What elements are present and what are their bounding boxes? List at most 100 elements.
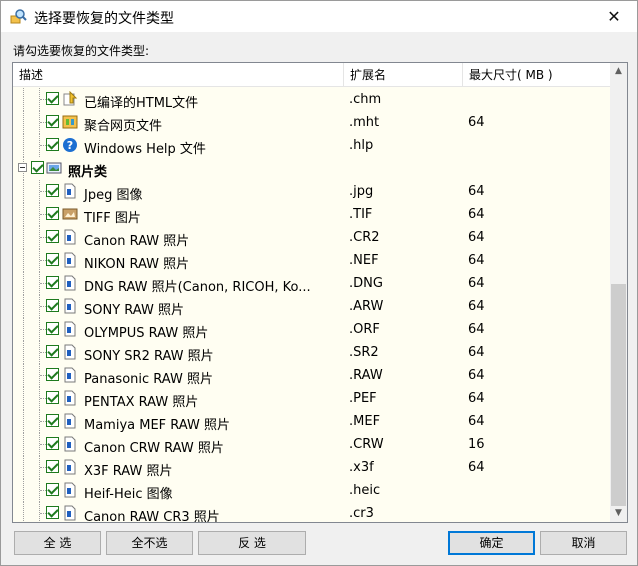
image-file-icon (62, 321, 78, 337)
image-file-icon (62, 275, 78, 291)
row-checkbox[interactable] (46, 460, 59, 473)
column-header-desc[interactable]: 描述 (13, 63, 343, 87)
row-max-size: 64 (468, 253, 485, 268)
select-all-button[interactable]: 全 选 (14, 531, 101, 555)
row-max-size: 64 (468, 184, 485, 199)
row-extension: .heic (349, 483, 381, 498)
row-extension: .hlp (349, 138, 374, 153)
tree-connector (23, 226, 24, 249)
tree-connector (23, 456, 24, 479)
image-file-icon (62, 183, 78, 199)
file-type-tree-list[interactable]: 描述 扩展名 最大尺寸( MB ) 已编译的HTML文件 .chm 聚合网页文件 .m… (12, 62, 628, 523)
table-row[interactable]: SONY SR2 RAW 照片 .SR2 64 (13, 341, 610, 364)
row-checkbox[interactable] (46, 368, 59, 381)
table-row[interactable]: PENTAX RAW 照片 .PEF 64 (13, 387, 610, 410)
tree-group-row[interactable]: 照片类 (13, 157, 610, 180)
row-checkbox[interactable] (46, 207, 59, 220)
row-extension: .mht (349, 115, 380, 130)
tree-connector (23, 180, 24, 203)
table-row[interactable]: TIFF 图片 .TIF 64 (13, 203, 610, 226)
row-max-size: 64 (468, 391, 485, 406)
vertical-scrollbar[interactable]: ▲ ▼ (610, 63, 627, 522)
title-bar[interactable]: 选择要恢复的文件类型 ✕ (1, 1, 637, 32)
image-file-icon (62, 298, 78, 314)
tree-connector (23, 203, 24, 226)
chm-file-icon (62, 90, 78, 107)
list-rows: 已编译的HTML文件 .chm 聚合网页文件 .mht 64? Windows Help … (13, 88, 610, 522)
column-header-ext[interactable]: 扩展名 (343, 63, 462, 87)
tree-connector (23, 410, 24, 433)
row-description: 已编译的HTML文件 (84, 96, 199, 111)
table-row[interactable]: SONY RAW 照片 .ARW 64 (13, 295, 610, 318)
row-description: Jpeg 图像 (84, 188, 143, 203)
select-none-button[interactable]: 全不选 (106, 531, 193, 555)
table-row[interactable]: Panasonic RAW 照片 .RAW 64 (13, 364, 610, 387)
image-file-icon (62, 459, 78, 475)
row-checkbox[interactable] (46, 115, 59, 128)
close-button[interactable]: ✕ (591, 1, 637, 32)
row-max-size: 64 (468, 299, 485, 314)
image-file-icon (62, 344, 78, 360)
row-checkbox[interactable] (31, 161, 44, 174)
tree-connector (23, 249, 24, 272)
tree-connector (23, 318, 24, 341)
row-extension: .NEF (349, 253, 379, 268)
row-checkbox[interactable] (46, 138, 59, 151)
ok-button[interactable]: 确定 (448, 531, 535, 555)
row-checkbox[interactable] (46, 322, 59, 335)
table-row[interactable]: Mamiya MEF RAW 照片 .MEF 64 (13, 410, 610, 433)
row-checkbox[interactable] (46, 414, 59, 427)
table-row[interactable]: Canon RAW CR3 照片 .cr3 (13, 502, 610, 522)
table-row[interactable]: 聚合网页文件 .mht 64 (13, 111, 610, 134)
row-max-size: 64 (468, 368, 485, 383)
row-description: Canon RAW 照片 (84, 234, 190, 249)
image-file-icon (62, 252, 78, 268)
row-checkbox[interactable] (46, 230, 59, 243)
table-row[interactable]: X3F RAW 照片 .x3f 64 (13, 456, 610, 479)
scrollbar-thumb[interactable] (611, 284, 626, 506)
invert-selection-button[interactable]: 反 选 (198, 531, 306, 555)
row-description: Mamiya MEF RAW 照片 (84, 418, 230, 433)
row-description: Windows Help 文件 (84, 142, 206, 157)
row-checkbox[interactable] (46, 299, 59, 312)
row-checkbox[interactable] (46, 92, 59, 105)
table-row[interactable]: NIKON RAW 照片 .NEF 64 (13, 249, 610, 272)
row-extension: .ORF (349, 322, 380, 337)
tree-connector (23, 341, 24, 364)
table-row[interactable]: Canon CRW RAW 照片 .CRW 16 (13, 433, 610, 456)
collapse-toggle-icon[interactable] (18, 163, 27, 172)
row-checkbox[interactable] (46, 253, 59, 266)
table-row[interactable]: DNG RAW 照片(Canon, RICOH, Ko... .DNG 64 (13, 272, 610, 295)
row-checkbox[interactable] (46, 276, 59, 289)
row-checkbox[interactable] (46, 506, 59, 519)
row-checkbox[interactable] (46, 184, 59, 197)
scroll-down-arrow-icon[interactable]: ▼ (610, 505, 627, 522)
image-file-icon (62, 229, 78, 245)
table-row[interactable]: ? Windows Help 文件 .hlp (13, 134, 610, 157)
magnifier-app-icon (10, 8, 27, 25)
window-title: 选择要恢复的文件类型 (34, 11, 174, 27)
tree-connector (23, 387, 24, 410)
row-extension: .DNG (349, 276, 383, 291)
table-row[interactable]: Jpeg 图像 .jpg 64 (13, 180, 610, 203)
table-row[interactable]: Canon RAW 照片 .CR2 64 (13, 226, 610, 249)
table-row[interactable]: 已编译的HTML文件 .chm (13, 88, 610, 111)
row-checkbox[interactable] (46, 483, 59, 496)
row-checkbox[interactable] (46, 345, 59, 358)
scroll-up-arrow-icon[interactable]: ▲ (610, 63, 627, 80)
row-extension: .TIF (349, 207, 373, 222)
tree-connector (23, 433, 24, 456)
tree-connector (23, 88, 24, 111)
table-row[interactable]: Heif-Heic 图像 .heic (13, 479, 610, 502)
row-checkbox[interactable] (46, 437, 59, 450)
row-checkbox[interactable] (46, 391, 59, 404)
column-header-size[interactable]: 最大尺寸( MB ) (462, 63, 610, 87)
cancel-button[interactable]: 取消 (540, 531, 627, 555)
list-header: 描述 扩展名 最大尺寸( MB ) (13, 63, 610, 87)
row-description: Canon CRW RAW 照片 (84, 441, 224, 456)
image-file-icon (62, 367, 78, 383)
tiff-file-icon (62, 206, 78, 222)
row-description: Panasonic RAW 照片 (84, 372, 213, 387)
row-max-size: 64 (468, 276, 485, 291)
table-row[interactable]: OLYMPUS RAW 照片 .ORF 64 (13, 318, 610, 341)
